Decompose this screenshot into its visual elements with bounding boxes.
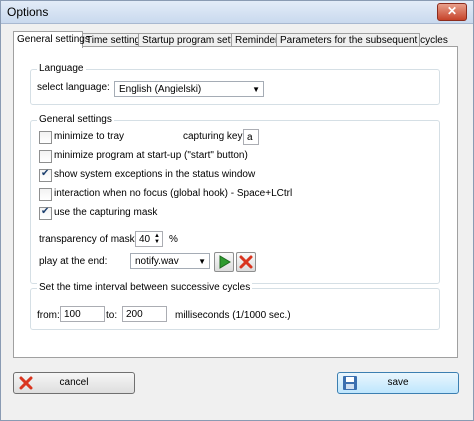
show-system-exceptions-checkbox[interactable] <box>39 168 52 182</box>
minimize-at-startup-checkbox[interactable] <box>39 150 52 163</box>
stop-sound-button[interactable] <box>236 252 256 272</box>
tab-parameters-subsequent-cycles[interactable]: Parameters for the subsequent cycles <box>276 33 448 47</box>
play-at-end-label: play at the end: <box>39 256 108 267</box>
language-select[interactable]: English (Angielski) ▼ <box>114 81 264 97</box>
global-hook-checkbox[interactable] <box>39 188 52 201</box>
transparency-label: transparency of masks: <box>39 234 143 245</box>
capturing-key-label: capturing key: <box>183 131 246 142</box>
tab-time-settings[interactable]: Time settings <box>82 33 145 47</box>
cancel-x-icon <box>19 376 33 390</box>
sound-file-value: notify.wav <box>135 256 179 267</box>
window-title: Options <box>7 5 49 19</box>
interval-group-title: Set the time interval between successive… <box>37 282 253 293</box>
tab-general-settings[interactable]: General settings <box>13 31 90 48</box>
capturing-key-input[interactable]: a <box>243 129 259 145</box>
from-label: from: <box>37 310 60 321</box>
to-input[interactable]: 200 <box>122 306 167 322</box>
minimize-to-tray-checkbox[interactable] <box>39 131 52 144</box>
tab-reminder[interactable]: Reminder <box>231 33 278 47</box>
to-label: to: <box>106 310 118 321</box>
language-group: Language select language: English (Angie… <box>30 63 440 105</box>
use-capturing-mask-label: use the capturing mask <box>54 207 158 218</box>
language-group-title: Language <box>37 63 86 74</box>
general-settings-panel: Language select language: English (Angie… <box>13 46 458 358</box>
chevron-down-icon: ▼ <box>198 257 206 266</box>
stop-x-icon <box>239 255 253 269</box>
save-button[interactable]: save <box>337 372 459 394</box>
close-button[interactable]: ✕ <box>437 3 467 21</box>
tab-startup-program-settings[interactable]: Startup program settings <box>138 33 252 47</box>
play-icon <box>219 255 231 269</box>
cancel-button-label: cancel <box>59 377 89 388</box>
use-capturing-mask-checkbox[interactable] <box>39 206 52 220</box>
options-window: Options ✕ General settings Time settings… <box>0 0 474 421</box>
interval-group: Set the time interval between successive… <box>30 282 440 330</box>
global-hook-label: interaction when no focus (global hook) … <box>54 188 293 199</box>
minimize-to-tray-label: minimize to tray <box>54 131 125 142</box>
sound-file-select[interactable]: notify.wav ▼ <box>130 253 210 269</box>
cancel-button[interactable]: cancel <box>13 372 135 394</box>
play-sound-button[interactable] <box>214 252 234 272</box>
transparency-unit: % <box>169 234 178 245</box>
transparency-stepper[interactable]: 40 ▲ ▼ <box>135 231 163 247</box>
interval-unit-label: milliseconds (1/1000 sec.) <box>175 310 291 321</box>
select-language-label: select language: <box>37 82 110 93</box>
general-settings-group-title: General settings <box>37 114 114 125</box>
minimize-at-startup-label: minimize program at start-up ("start" bu… <box>54 150 248 161</box>
spin-arrows-icon: ▲ ▼ <box>154 233 160 245</box>
general-settings-group: General settings minimize to tray captur… <box>30 114 440 284</box>
show-system-exceptions-label: show system exceptions in the status win… <box>54 169 256 180</box>
floppy-disk-icon <box>343 376 357 390</box>
save-button-label: save <box>387 377 409 388</box>
from-input[interactable]: 100 <box>60 306 105 322</box>
language-select-value: English (Angielski) <box>119 84 202 95</box>
title-bar: Options ✕ <box>1 1 473 24</box>
transparency-value: 40 <box>139 234 151 245</box>
chevron-down-icon: ▼ <box>252 85 260 94</box>
